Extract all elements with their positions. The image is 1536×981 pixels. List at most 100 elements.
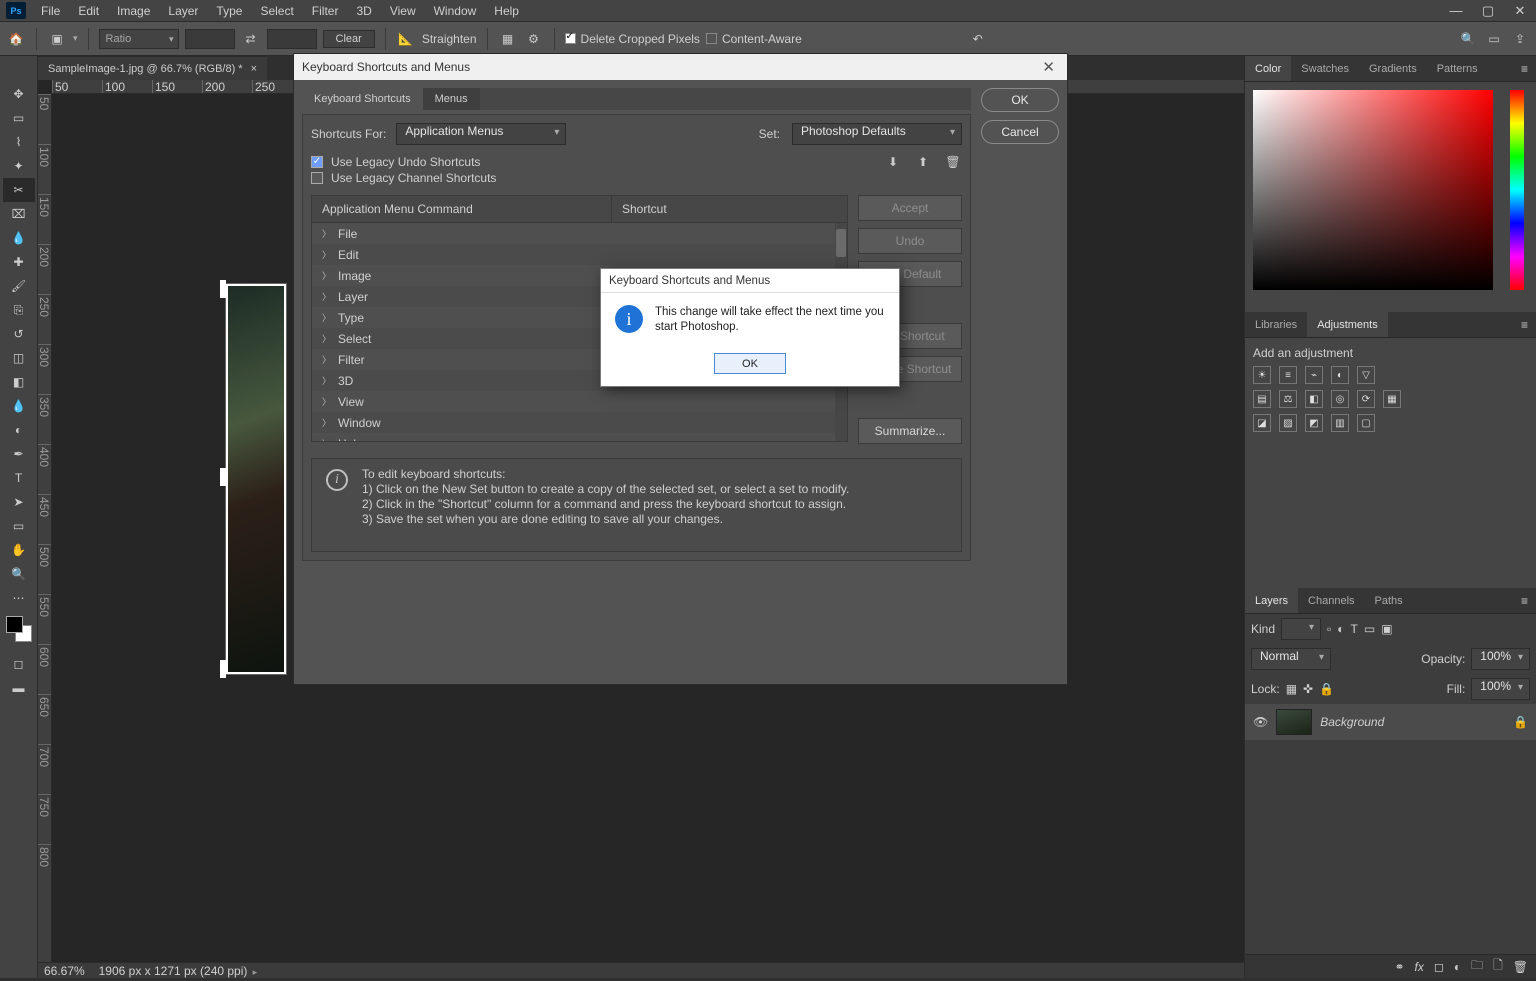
crop-tool-icon[interactable]: ▣ (47, 29, 67, 49)
color-lookup-icon[interactable]: ▦ (1383, 390, 1401, 408)
quick-mask-icon[interactable]: ◻ (3, 652, 35, 676)
crop-handle[interactable] (220, 660, 226, 678)
blend-mode-dropdown[interactable]: Normal (1251, 648, 1331, 670)
invert-icon[interactable]: ◪ (1253, 414, 1271, 432)
crop-handle[interactable] (220, 280, 226, 298)
reset-crop-icon[interactable]: ↶ (968, 29, 988, 49)
healing-tool-icon[interactable]: ✚ (3, 250, 35, 274)
blur-tool-icon[interactable]: 💧 (3, 394, 35, 418)
exposure-icon[interactable]: ◐ (1331, 366, 1349, 384)
brush-tool-icon[interactable]: 🖌 (3, 274, 35, 298)
menu-type[interactable]: Type (207, 0, 251, 22)
alert-ok-button[interactable]: OK (714, 353, 786, 374)
panel-menu-icon[interactable]: ≡ (1513, 56, 1536, 81)
levels-icon[interactable]: ≡ (1279, 366, 1297, 384)
menu-file[interactable]: File (32, 0, 69, 22)
shortcuts-for-dropdown[interactable]: Application Menus (396, 123, 566, 145)
tab-swatches[interactable]: Swatches (1291, 56, 1359, 81)
col-command[interactable]: Application Menu Command (312, 196, 612, 222)
filter-type-icon[interactable]: T (1351, 622, 1358, 636)
document-tab[interactable]: SampleImage-1.jpg @ 66.7% (RGB/8) * × (38, 56, 267, 80)
content-aware-checkbox[interactable]: Content-Aware (706, 32, 802, 46)
ok-button[interactable]: OK (981, 88, 1059, 112)
scrollbar-thumb[interactable] (836, 229, 846, 257)
menu-window[interactable]: Window (425, 0, 486, 22)
group-icon[interactable]: 🗀 (1471, 956, 1483, 977)
cancel-button[interactable]: Cancel (981, 120, 1059, 144)
eyedropper-tool-icon[interactable]: 💧 (3, 226, 35, 250)
hue-slider[interactable] (1510, 90, 1524, 290)
crop-settings-icon[interactable]: ⚙ (524, 29, 544, 49)
quick-select-tool-icon[interactable]: ✦ (3, 154, 35, 178)
close-tab-icon[interactable]: × (251, 63, 257, 75)
pen-tool-icon[interactable]: ✒ (3, 442, 35, 466)
menu-filter[interactable]: Filter (303, 0, 348, 22)
menu-view[interactable]: View (381, 0, 425, 22)
crop-height-input[interactable] (267, 29, 317, 49)
window-close-icon[interactable]: ✕ (1504, 0, 1536, 22)
home-icon[interactable]: 🏠 (6, 29, 26, 49)
crop-width-input[interactable] (185, 29, 235, 49)
hue-sat-icon[interactable]: ▤ (1253, 390, 1271, 408)
move-tool-icon[interactable]: ✥ (3, 82, 35, 106)
set-dropdown[interactable]: Photoshop Defaults (792, 123, 962, 145)
crop-tool-icon[interactable]: ✂ (3, 178, 35, 202)
list-item[interactable]: 〉Edit (312, 244, 847, 265)
alert-title[interactable]: Keyboard Shortcuts and Menus (601, 269, 899, 293)
tab-patterns[interactable]: Patterns (1427, 56, 1488, 81)
screen-mode-icon[interactable]: ▬ (3, 676, 35, 700)
filter-smart-icon[interactable]: ▣ (1381, 622, 1392, 636)
menu-edit[interactable]: Edit (69, 0, 108, 22)
tab-gradients[interactable]: Gradients (1359, 56, 1427, 81)
fill-input[interactable]: 100% (1471, 678, 1530, 700)
path-select-icon[interactable]: ➤ (3, 490, 35, 514)
filter-shape-icon[interactable]: ▭ (1364, 622, 1375, 636)
menu-image[interactable]: Image (108, 0, 159, 22)
adjustment-layer-icon[interactable]: ◐ (1454, 960, 1461, 974)
menu-3d[interactable]: 3D (347, 0, 380, 22)
menu-help[interactable]: Help (485, 0, 528, 22)
new-set-icon[interactable]: ⬆ (914, 153, 932, 171)
workspace-icon[interactable]: ▭ (1484, 29, 1504, 49)
search-icon[interactable]: 🔍 (1458, 29, 1478, 49)
delete-set-icon[interactable]: 🗑 (944, 153, 962, 171)
channel-mixer-icon[interactable]: ⟳ (1357, 390, 1375, 408)
tab-keyboard-shortcuts[interactable]: Keyboard Shortcuts (302, 88, 423, 110)
lasso-tool-icon[interactable]: ⌇ (3, 130, 35, 154)
color-swatches[interactable] (6, 616, 32, 642)
clone-tool-icon[interactable]: ⎘ (3, 298, 35, 322)
selective-color-icon[interactable]: ▢ (1357, 414, 1375, 432)
straighten-icon[interactable]: 📐 (396, 29, 416, 49)
doc-info[interactable]: 1906 px x 1271 px (240 ppi) (99, 964, 248, 978)
summarize-button[interactable]: Summarize... (858, 418, 962, 444)
panel-menu-icon[interactable]: ≡ (1513, 588, 1536, 613)
vibrance-icon[interactable]: ▽ (1357, 366, 1375, 384)
lock-position-icon[interactable]: ✜ (1303, 682, 1313, 696)
dialog-titlebar[interactable]: Keyboard Shortcuts and Menus ✕ (294, 54, 1067, 80)
edit-toolbar-icon[interactable]: ⋯ (3, 586, 35, 610)
eraser-tool-icon[interactable]: ◫ (3, 346, 35, 370)
history-brush-icon[interactable]: ↺ (3, 322, 35, 346)
layer-fx-icon[interactable]: fx (1415, 960, 1424, 974)
crop-handle[interactable] (220, 468, 226, 486)
marquee-tool-icon[interactable]: ▭ (3, 106, 35, 130)
document-image[interactable] (226, 284, 286, 674)
share-icon[interactable]: ⇪ (1510, 29, 1530, 49)
color-picker-panel[interactable] (1245, 82, 1536, 312)
col-shortcut[interactable]: Shortcut (612, 196, 847, 222)
accept-button[interactable]: Accept (858, 195, 962, 221)
menu-layer[interactable]: Layer (159, 0, 207, 22)
menu-select[interactable]: Select (251, 0, 302, 22)
window-minimize-icon[interactable]: — (1440, 0, 1472, 22)
opacity-input[interactable]: 100% (1471, 648, 1530, 670)
filter-adjust-icon[interactable]: ◐ (1337, 622, 1344, 636)
tab-libraries[interactable]: Libraries (1245, 312, 1307, 337)
lock-pixels-icon[interactable]: ▦ (1286, 682, 1297, 696)
type-tool-icon[interactable]: T (3, 466, 35, 490)
layer-kind-dropdown[interactable] (1281, 618, 1321, 640)
curves-icon[interactable]: ⌁ (1305, 366, 1323, 384)
close-icon[interactable]: ✕ (1038, 58, 1059, 76)
photo-filter-icon[interactable]: ◎ (1331, 390, 1349, 408)
threshold-icon[interactable]: ◩ (1305, 414, 1323, 432)
frame-tool-icon[interactable]: ⌧ (3, 202, 35, 226)
